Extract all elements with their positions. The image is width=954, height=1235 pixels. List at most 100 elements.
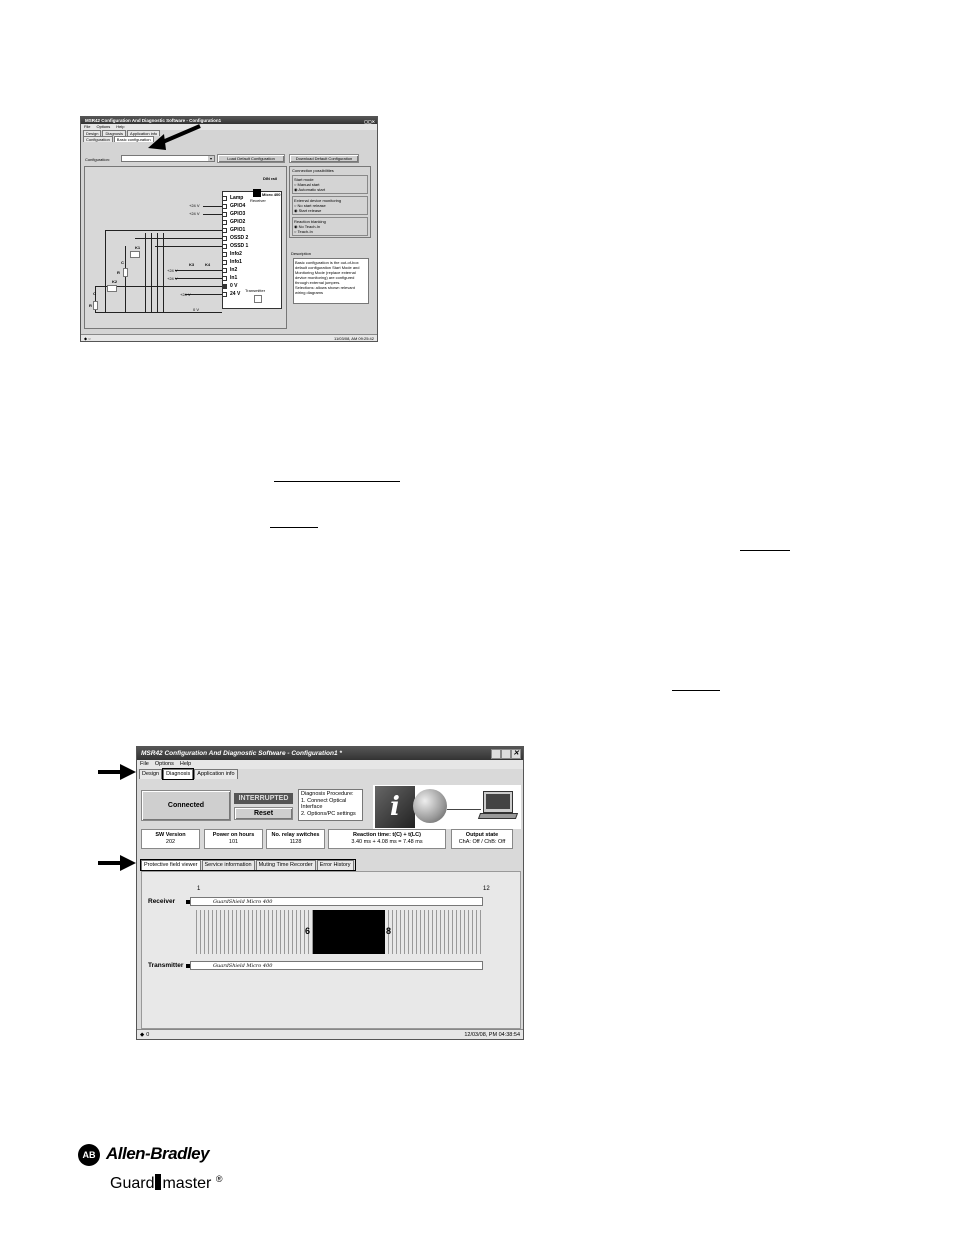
wire: [151, 233, 152, 312]
tab-service-information[interactable]: Service information: [201, 860, 255, 870]
wire: [145, 233, 146, 312]
stat-value: 1128: [289, 839, 302, 845]
pin-box: [222, 276, 227, 281]
receiver-label: Receiver: [148, 898, 176, 905]
relay-k1-label: K1: [135, 245, 141, 250]
connection-icon: ◆: [140, 1031, 145, 1038]
pin-box: [222, 196, 227, 201]
blocked-area: [313, 910, 385, 954]
window-controls[interactable]: ▢▢✕: [364, 118, 375, 125]
resistor-r: [123, 268, 128, 277]
tab-protective-field-viewer[interactable]: Protective field viewer: [141, 860, 201, 870]
chevron-down-icon[interactable]: ▾: [208, 156, 214, 161]
wire: [125, 246, 126, 312]
wire-label-24v: +24 V: [189, 211, 200, 216]
pin-box: [222, 204, 227, 209]
pin-box: [222, 292, 227, 297]
procedure-step-2: 2. Options/PC settings: [301, 810, 356, 817]
radio-label: Teach-In: [297, 229, 313, 234]
tab-application-info[interactable]: Application info: [194, 769, 238, 779]
pin-24v: 24 V: [230, 291, 241, 297]
transmitter-bar-text: GuardShield Micro 400: [213, 963, 273, 969]
micro-400-label: Micro 400: [262, 192, 281, 197]
pin-info1: Info1: [230, 259, 242, 265]
scale-start: 1: [197, 886, 201, 892]
info-icon: i: [375, 786, 415, 828]
sub-tabs: Protective field viewer Service informat…: [140, 859, 356, 871]
status-bar: ◆ 0 12/03/08, PM 04:38:54: [137, 1029, 523, 1039]
window-title-text: MSR42 Configuration And Diagnostic Softw…: [85, 118, 222, 123]
stat-relay-switches: No. relay switches 1128: [266, 829, 325, 849]
pin-box: [222, 244, 227, 249]
procedure-box: Diagnosis Procedure: 1. Connect Optical …: [298, 789, 363, 821]
wire: [105, 230, 106, 312]
tab-configuration[interactable]: Configuration: [83, 136, 113, 142]
registered-mark: ®: [215, 1174, 223, 1184]
diagnosis-window: MSR42 Configuration And Diagnostic Softw…: [136, 746, 524, 1040]
tab-design[interactable]: Design: [139, 769, 163, 779]
pin-ossd2: OSSD 2: [230, 235, 249, 241]
options-panel: Connection possibilities Start mode ○ Ma…: [289, 166, 374, 329]
wire: [175, 270, 222, 271]
relay-k3-label: K3: [189, 262, 195, 267]
maximize-icon[interactable]: [501, 749, 511, 759]
radio-teach-in[interactable]: ○ Teach-In: [294, 229, 366, 234]
tab-diagnosis[interactable]: Diagnosis: [162, 768, 195, 780]
config-window-title: MSR42 Configuration And Diagnostic Softw…: [81, 117, 377, 124]
wire: [157, 233, 158, 312]
group-title: Connection possibilities: [292, 168, 334, 173]
menu-help[interactable]: Help: [180, 760, 191, 769]
config-select[interactable]: ▾: [121, 155, 215, 162]
pin-box: [222, 236, 227, 241]
menu-file[interactable]: File: [140, 760, 149, 769]
blanking-group: Reaction blanking ◉ No Teach-In ○ Teach-…: [292, 217, 368, 236]
radio-automatic-start[interactable]: ◉ Automatic start: [294, 187, 366, 192]
status-datetime: 12/03/08, PM 04:38:54: [464, 1031, 520, 1038]
menu-bar: File Options Help: [137, 760, 523, 769]
stat-label: SW Version: [155, 832, 186, 838]
status-datetime: 11/03/08, AM 09:25:42: [334, 335, 374, 341]
guardmaster-wordmark: Guard master ®: [110, 1174, 222, 1193]
minimize-icon[interactable]: [491, 749, 501, 759]
radio-start-release[interactable]: ◉ Start release: [294, 208, 366, 213]
pin-in2: In2: [230, 267, 238, 273]
wire: [95, 312, 222, 313]
close-icon[interactable]: ✕: [511, 749, 521, 759]
wire: [203, 214, 222, 215]
resistor-r: [93, 301, 98, 310]
stat-label: Reaction time: t(C) + t(LC): [353, 832, 421, 838]
contact-c-label: C: [121, 260, 124, 265]
description-box[interactable]: Basic configuration is the out-of-box de…: [293, 258, 369, 304]
tab-muting-time-recorder[interactable]: Muting Time Recorder: [255, 860, 316, 870]
info-graphic: i: [373, 785, 521, 829]
tab-error-history[interactable]: Error History: [316, 860, 354, 870]
stat-label: Power on hours: [212, 832, 255, 838]
download-default-button[interactable]: Download Default Configuration: [289, 154, 359, 163]
wire-label-24v: +24 V: [167, 276, 178, 281]
connection-status: Connected: [141, 790, 231, 821]
arrow-right-icon: [98, 855, 136, 871]
stats-row: SW Version 202 Power on hours 101 No. rela…: [141, 829, 521, 851]
load-default-button[interactable]: Load Default Configuration: [217, 154, 285, 163]
pin-box: [222, 268, 227, 273]
menu-options[interactable]: Options: [155, 760, 174, 769]
reset-button[interactable]: Reset: [234, 807, 293, 820]
relay-k2: [107, 285, 117, 292]
resistor-r-label: R: [117, 270, 120, 275]
procedure-title: Diagnosis Procedure:: [301, 791, 354, 797]
relay-k4-label: K4: [205, 262, 211, 267]
relay-k2-label: K2: [112, 279, 118, 284]
blocked-end-label: 8: [386, 926, 392, 936]
receiver-label: Receiver: [250, 198, 266, 203]
laptop-base: [477, 813, 519, 819]
edm-group: External device monitoring ○ No start re…: [292, 196, 368, 215]
blank-line: [740, 550, 790, 551]
wire-label-24v: +24 V: [167, 268, 178, 273]
procedure-step-1: 1. Connect Optical Interface: [301, 797, 347, 811]
wire-label-24v: +24 V: [189, 203, 200, 208]
allen-bradley-logo: AB Allen-Bradley Guard master ®: [78, 1142, 222, 1202]
wire-label-24v: +24 V: [180, 292, 191, 297]
blocked-start-label: 6: [305, 926, 311, 936]
guardmaster-part1: Guard: [110, 1175, 155, 1192]
window-title-text: MSR42 Configuration And Diagnostic Softw…: [141, 750, 342, 757]
